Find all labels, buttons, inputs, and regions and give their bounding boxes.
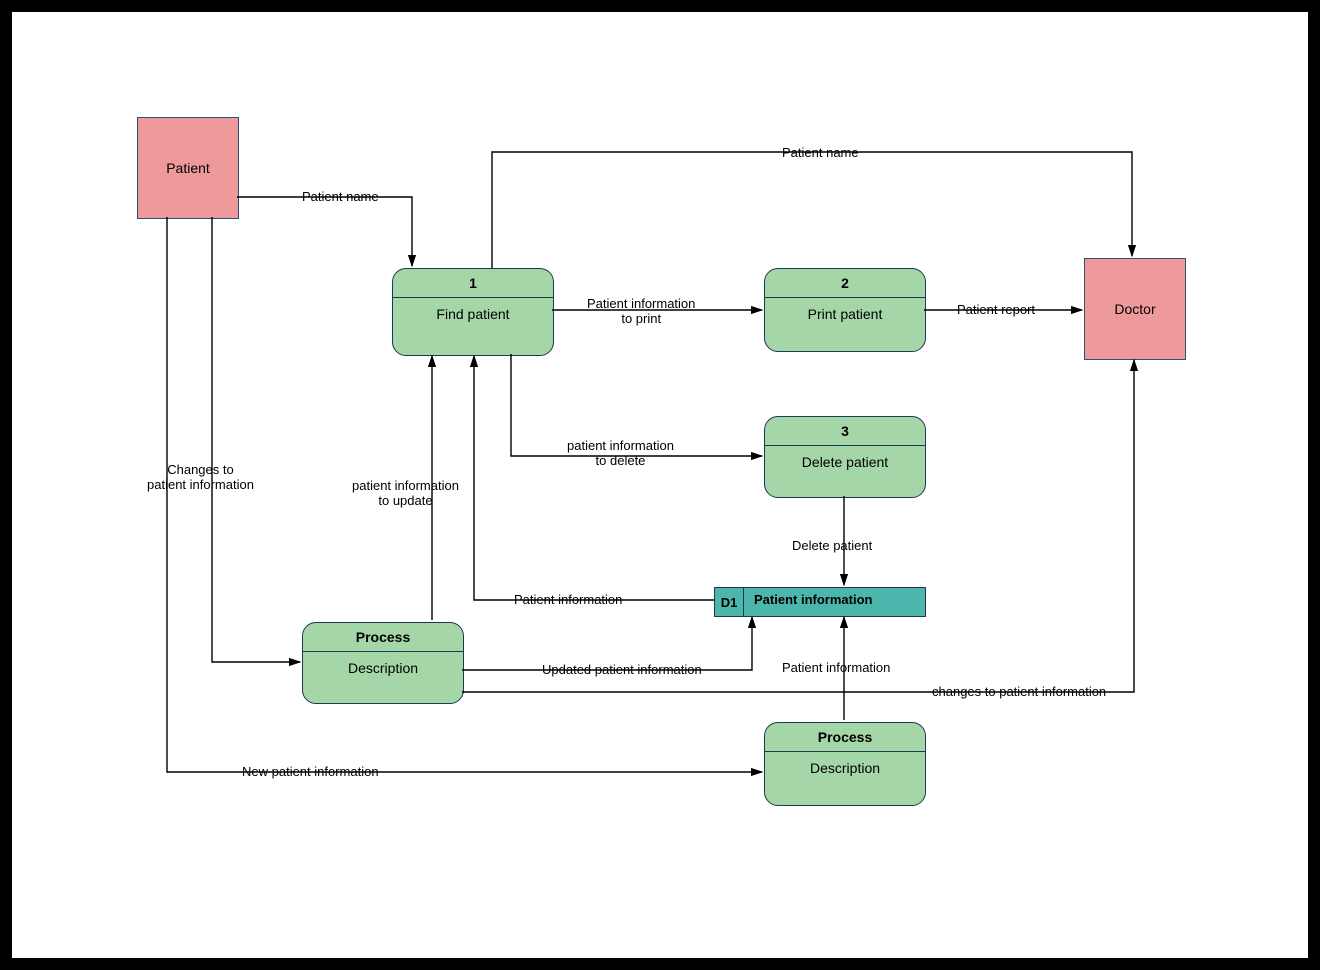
- flow-label: Changes to patient information: [147, 462, 254, 492]
- flow-label: Patient information: [782, 660, 890, 675]
- flow-label: Patient information to print: [587, 296, 695, 326]
- flow-label: Patient name: [782, 145, 859, 160]
- flow-label: patient information to delete: [567, 438, 674, 468]
- flow-label: Delete patient: [792, 538, 872, 553]
- diagram-frame: Patient Doctor 1 Find patient 2 Print pa…: [0, 0, 1320, 970]
- flow-label: Updated patient information: [542, 662, 702, 677]
- flow-label: patient information to update: [352, 478, 459, 508]
- flow-label: changes to patient information: [932, 684, 1106, 699]
- flow-label: Patient report: [957, 302, 1035, 317]
- flow-label: New patient information: [242, 764, 379, 779]
- flow-label: Patient information: [514, 592, 622, 607]
- flow-label: Patient name: [302, 189, 379, 204]
